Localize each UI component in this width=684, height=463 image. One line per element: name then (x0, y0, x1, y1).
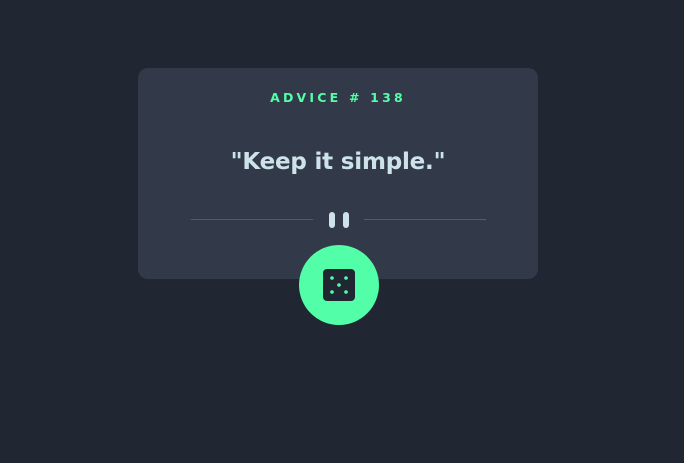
divider-line-left (191, 219, 313, 220)
advice-quote: "Keep it simple." (230, 149, 446, 175)
divider-line-right (364, 219, 486, 220)
divider (191, 211, 486, 229)
advice-number-label: ADVICE # 138 (270, 90, 406, 105)
dice-icon (323, 269, 355, 301)
pause-icon (329, 212, 349, 228)
new-advice-button[interactable] (299, 245, 379, 325)
